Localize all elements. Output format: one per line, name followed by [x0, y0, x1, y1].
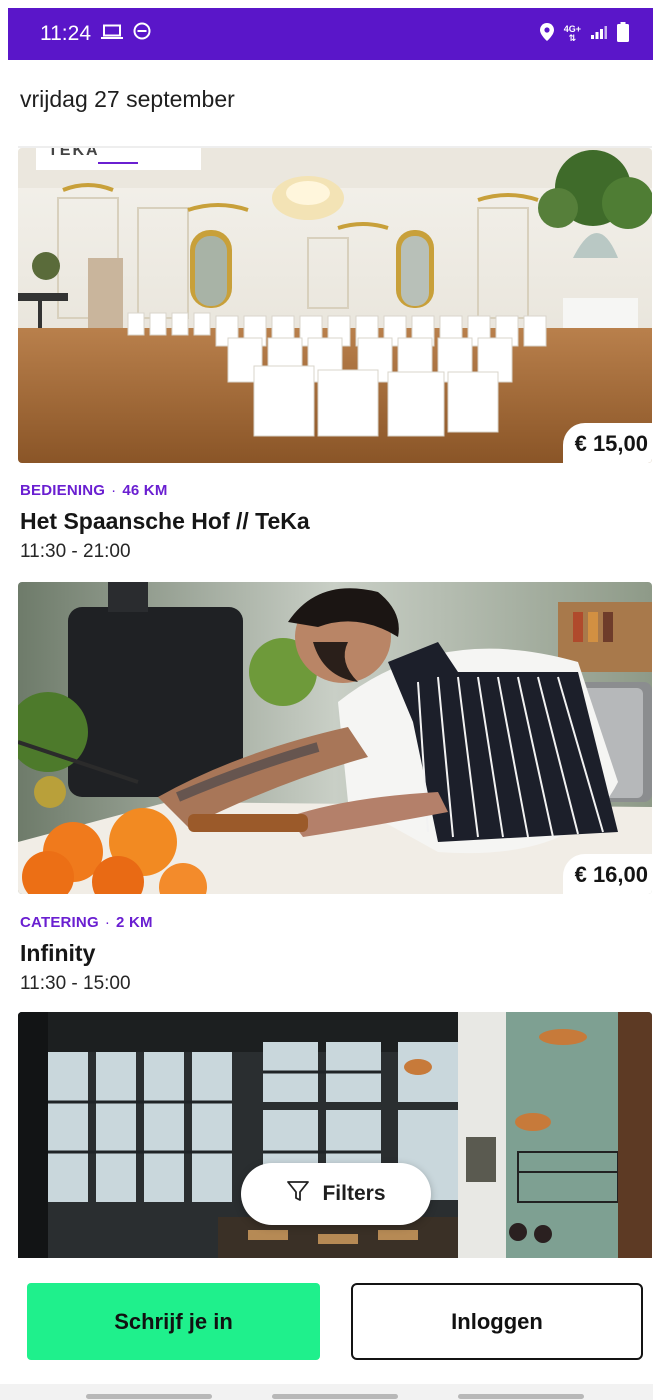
status-left: 11:24	[40, 22, 151, 46]
filters-button[interactable]: Filters	[241, 1163, 431, 1225]
date-header: vrijdag 27 september	[20, 86, 235, 112]
nav-back-handle[interactable]	[458, 1394, 584, 1399]
job-title: Het Spaansche Hof // TeKa	[20, 508, 310, 534]
job-hours: 11:30 - 21:00	[20, 541, 131, 562]
job-card[interactable]: € 16,00 CATERING · 2 KM Infinity 11:30 - 1…	[18, 582, 652, 1002]
chef-photo	[18, 582, 652, 894]
status-bar: 11:24 4G+ ⇅	[8, 8, 653, 60]
filter-icon	[286, 1179, 310, 1209]
price-tag: € 15,00	[562, 423, 652, 463]
job-hours: 11:30 - 15:00	[20, 973, 131, 994]
meta-separator: ·	[111, 482, 117, 499]
nav-home-handle[interactable]	[272, 1394, 398, 1399]
status-right: 4G+ ⇅	[539, 21, 629, 47]
network-label: 4G+ ⇅	[563, 24, 581, 43]
location-icon	[539, 22, 554, 46]
job-title: Infinity	[20, 940, 96, 966]
job-distance: 46 KM	[122, 482, 168, 499]
battery-icon	[617, 21, 629, 47]
job-meta: CATERING · 2 KM	[20, 914, 153, 931]
job-distance: 2 KM	[116, 914, 153, 931]
job-card-image[interactable]: € 16,00	[18, 582, 652, 894]
job-card-image[interactable]: TEKA € 15,00	[18, 148, 652, 463]
screen-border	[0, 0, 653, 8]
job-meta: BEDIENING · 46 KM	[20, 482, 168, 499]
do-not-disturb-icon	[133, 22, 151, 46]
job-category: CATERING	[20, 914, 99, 931]
laptop-icon	[101, 22, 123, 46]
venue-logo: TEKA	[48, 148, 100, 159]
signal-icon	[591, 25, 607, 44]
meta-separator: ·	[104, 914, 111, 931]
nav-recents-handle[interactable]	[86, 1394, 212, 1399]
login-button[interactable]: Inloggen	[351, 1283, 643, 1360]
price-tag: € 16,00	[562, 854, 652, 894]
job-feed[interactable]: TEKA € 15,00 BEDIENING · 46 KM Het Spaansc…	[18, 148, 652, 1260]
filters-label: Filters	[322, 1182, 386, 1205]
status-time: 11:24	[40, 22, 91, 45]
job-category: BEDIENING	[20, 482, 106, 499]
job-card[interactable]: TEKA € 15,00 BEDIENING · 46 KM Het Spaansc…	[18, 148, 652, 568]
signup-button[interactable]: Schrijf je in	[27, 1283, 320, 1360]
event-hall-image	[18, 148, 652, 463]
